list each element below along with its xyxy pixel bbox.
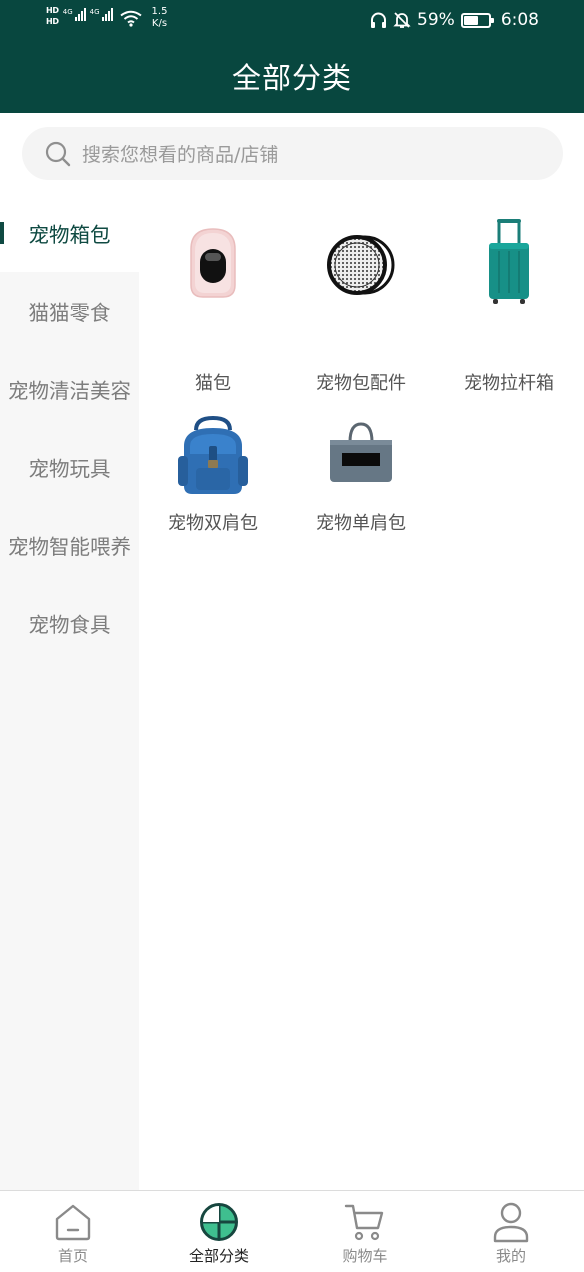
cat-carrier-icon <box>190 228 236 298</box>
network-speed-value: 1.5 <box>151 6 168 17</box>
sidebar-item-pet-grooming[interactable]: 宠物清洁美容 <box>0 350 139 428</box>
product-card-backpack[interactable]: 宠物双肩包 <box>139 386 287 536</box>
signal-icon-1: 4G <box>63 8 86 21</box>
battery-level <box>463 15 478 25</box>
tab-icon-wrap <box>489 1200 533 1244</box>
tab-icon-wrap <box>197 1200 241 1244</box>
battery-percent: 59% <box>417 10 455 30</box>
tab-label: 我的 <box>495 1247 526 1265</box>
signal-icon-2: 4G <box>90 8 113 21</box>
product-name: 宠物拉杆箱 <box>464 373 554 394</box>
app-header: HD HD 4G 4G 1.5 K/s 59% 6:08 全部分类 <box>0 0 584 113</box>
product-card-carrier-accessory[interactable]: 宠物包配件 <box>287 219 435 394</box>
product-image <box>287 219 435 354</box>
home-icon <box>55 1204 91 1241</box>
shoulder-bag-icon <box>330 422 392 482</box>
status-bar: HD HD 4G 4G 1.5 K/s 59% 6:08 <box>0 0 584 44</box>
sidebar-item-label: 猫猫零食 <box>28 301 111 325</box>
status-left: HD HD 4G 4G 1.5 K/s <box>46 6 167 30</box>
hd-badge-bottom: HD <box>46 17 59 26</box>
status-right: 59% 6:08 <box>370 10 539 30</box>
tab-label: 全部分类 <box>188 1247 249 1265</box>
sidebar-item-pet-tableware[interactable]: 宠物食具 <box>0 584 139 662</box>
battery-icon <box>460 12 494 28</box>
page-title: 全部分类 <box>231 61 352 95</box>
sidebar-item-label: 宠物清洁美容 <box>8 379 131 403</box>
network-speed: 1.5 K/s <box>152 6 168 30</box>
bell-muted-icon <box>393 12 411 28</box>
sidebar-item-label: 宠物箱包 <box>28 223 111 247</box>
clock: 6:08 <box>500 10 539 30</box>
hd-badge-top: HD <box>46 6 59 15</box>
carrier-accessory-icon <box>327 235 395 295</box>
product-name: 宠物双肩包 <box>168 513 258 534</box>
signal-label-2: 4G <box>89 8 100 16</box>
tab-icon-wrap <box>343 1200 387 1244</box>
headphones-icon <box>371 12 387 28</box>
sidebar-item-label: 宠物智能喂养 <box>8 535 131 559</box>
search-icon <box>45 141 71 166</box>
hd-indicators: HD HD <box>46 6 59 27</box>
bottom-tab-bar: 首页 全部分类 购物车 我的 <box>0 1190 584 1272</box>
user-icon <box>493 1202 529 1243</box>
wifi-icon <box>119 10 142 27</box>
sidebar-item-label: 宠物玩具 <box>28 457 111 481</box>
tab-home[interactable]: 首页 <box>0 1191 146 1272</box>
product-card-cat-carrier[interactable]: 猫包 <box>139 219 287 394</box>
backpack-icon <box>178 416 248 494</box>
cart-icon <box>344 1204 384 1241</box>
signal-label-1: 4G <box>62 8 73 16</box>
product-image <box>139 386 287 521</box>
category-sidebar: 宠物箱包 猫猫零食 宠物清洁美容 宠物玩具 宠物智能喂养 宠物食具 <box>0 194 139 1190</box>
product-grid: 猫包 宠物包配件 宠物拉杆箱 宠物双肩包 宠物单肩包 <box>139 194 584 1190</box>
product-card-shoulder-bag[interactable]: 宠物单肩包 <box>287 386 435 536</box>
search-placeholder: 搜索您想看的商品/店铺 <box>82 144 279 166</box>
product-image <box>139 219 287 354</box>
sidebar-item-pet-toys[interactable]: 宠物玩具 <box>0 428 139 506</box>
network-speed-unit: K/s <box>151 18 168 29</box>
tab-label: 购物车 <box>342 1247 388 1265</box>
tab-label: 首页 <box>57 1247 88 1265</box>
product-image <box>435 219 583 354</box>
search-bar[interactable]: 搜索您想看的商品/店铺 <box>22 127 563 180</box>
product-card-trolley-case[interactable]: 宠物拉杆箱 <box>435 219 583 394</box>
category-icon <box>200 1203 238 1241</box>
tab-mine[interactable]: 我的 <box>438 1191 584 1272</box>
tab-icon-wrap <box>51 1200 95 1244</box>
trolley-case-icon <box>489 219 529 304</box>
product-image <box>287 386 435 521</box>
product-name: 宠物单肩包 <box>316 513 406 534</box>
sidebar-item-label: 宠物食具 <box>28 613 111 637</box>
sidebar-item-cat-snacks[interactable]: 猫猫零食 <box>0 272 139 350</box>
sidebar-item-smart-feeding[interactable]: 宠物智能喂养 <box>0 506 139 584</box>
sidebar-item-pet-bags[interactable]: 宠物箱包 <box>0 194 139 272</box>
tab-cart[interactable]: 购物车 <box>292 1191 438 1272</box>
tab-all-categories[interactable]: 全部分类 <box>146 1191 292 1272</box>
